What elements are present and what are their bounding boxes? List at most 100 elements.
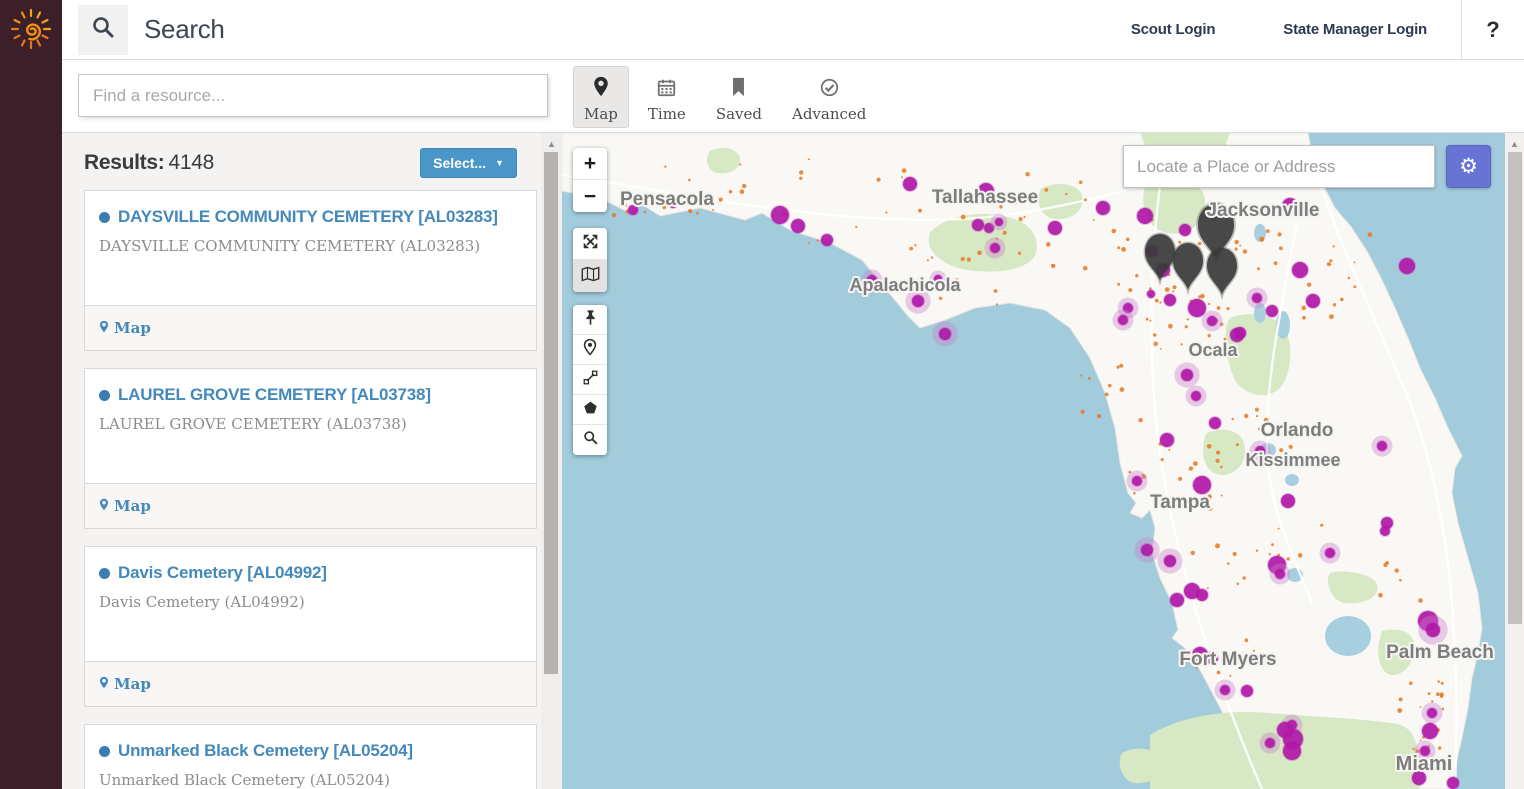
result-map-link[interactable]: Map [99,319,151,337]
result-card: LAUREL GROVE CEMETERY [AL03738] LAUREL G… [84,368,537,529]
calendar-icon [657,73,676,97]
zoom-in-button[interactable]: + [573,148,607,180]
result-card-body: Unmarked Black Cemetery [AL05204] Unmark… [84,724,537,789]
result-map-link[interactable]: Map [99,497,151,515]
results-panel: Results:4148 Select... ▼ DAYSVILLE COMMU… [62,133,541,789]
result-card: DAYSVILLE COMMUNITY CEMETERY [AL03283] D… [84,190,537,351]
city-label: Kissimmee [1245,450,1340,470]
app-logo-sun-icon[interactable] [9,7,53,51]
basemap-button[interactable] [573,260,607,292]
map-control-group [573,228,607,292]
result-card-footer: Map [84,305,537,351]
fullscreen-button[interactable] [573,228,607,260]
result-title-link[interactable]: Davis Cemetery [AL04992] [99,563,522,583]
magnifier-small-icon [583,430,598,450]
map-pin-icon [99,497,109,515]
search-icon [91,15,115,44]
map-pin-icon [99,675,109,693]
pushpin-icon [583,309,598,331]
scroll-up-arrow-icon[interactable]: ▲ [541,133,562,149]
results-header: Results:4148 Select... ▼ [84,148,517,178]
result-bullet-icon [99,568,110,579]
city-label: Pensacola [620,189,714,210]
result-subtitle: DAYSVILLE COMMUNITY CEMETERY (AL03283) [99,237,522,255]
result-title-link[interactable]: LAUREL GROVE CEMETERY [AL03738] [99,385,522,405]
result-card-footer: Map [84,661,537,707]
map-pin-icon [99,319,109,337]
results-list: DAYSVILLE COMMUNITY CEMETERY [AL03283] D… [84,190,537,789]
find-resource-input[interactable] [78,74,548,117]
zoom-out-button[interactable]: − [573,180,607,212]
result-card-body: DAYSVILLE COMMUNITY CEMETERY [AL03283] D… [84,190,537,305]
result-bullet-icon [99,390,110,401]
pushpin-tool-button[interactable] [573,305,607,335]
caret-down-icon: ▼ [495,158,504,168]
tab-label: Time [648,105,686,123]
header-search-button[interactable] [78,5,128,55]
help-button[interactable]: ? [1462,17,1524,43]
marker-tool-button[interactable] [573,335,607,365]
map-pin-icon [593,73,609,97]
marker-icon [583,338,597,361]
city-label: Miami [1396,753,1453,775]
measure-icon [583,370,598,390]
results-scrollbar[interactable]: ▲ [541,133,562,789]
city-label: Palm Beach [1386,642,1494,663]
view-tabs: Map Time Saved Advanced [573,66,877,128]
polygon-tool-button[interactable] [573,395,607,425]
result-card: Davis Cemetery [AL04992] Davis Cemetery … [84,546,537,707]
page-scrollbar-thumb[interactable] [1508,152,1522,624]
map-canvas[interactable]: Pensacola Tallahassee Apalachicola Jacksonv… [562,133,1505,789]
city-label: Apalachicola [849,275,961,295]
city-label: Jacksonville [1206,200,1319,221]
result-title-link[interactable]: DAYSVILLE COMMUNITY CEMETERY [AL03283] [99,207,522,227]
top-header: Search Scout Login State Manager Login ? [62,0,1524,60]
page-title: Search [144,14,225,45]
scroll-up-arrow-icon[interactable]: ▲ [1505,133,1524,149]
folded-map-icon [581,266,600,287]
map-control-group [573,305,607,455]
toolbar-row: Map Time Saved Advanced [62,60,1524,133]
result-card: Unmarked Black Cemetery [AL05204] Unmark… [84,724,537,789]
polygon-icon [583,400,598,420]
measure-tool-button[interactable] [573,365,607,395]
result-subtitle: Davis Cemetery (AL04992) [99,593,522,611]
app-sidebar [0,0,62,789]
city-label: Tampa [1150,492,1210,513]
result-subtitle: LAUREL GROVE CEMETERY (AL03738) [99,415,522,433]
tab-saved[interactable]: Saved [705,66,773,128]
result-title-link[interactable]: Unmarked Black Cemetery [AL05204] [99,741,522,761]
search-area-button[interactable] [573,425,607,455]
state-manager-login-link[interactable]: State Manager Login [1249,21,1461,38]
scout-login-link[interactable]: Scout Login [1097,21,1249,38]
result-card-body: Davis Cemetery [AL04992] Davis Cemetery … [84,546,537,661]
result-bullet-icon [99,746,110,757]
result-card-footer: Map [84,483,537,529]
bookmark-icon [731,73,746,97]
gear-icon: ⚙ [1459,156,1478,177]
select-button[interactable]: Select... ▼ [420,148,517,178]
tab-label: Advanced [792,105,866,123]
tab-time[interactable]: Time [637,66,697,128]
city-label: Ocala [1188,340,1238,360]
result-card-body: LAUREL GROVE CEMETERY [AL03738] LAUREL G… [84,368,537,483]
header-actions: Scout Login State Manager Login ? [1097,0,1524,59]
tab-advanced[interactable]: Advanced [781,66,877,128]
results-count: Results:4148 [84,151,214,175]
result-map-link[interactable]: Map [99,675,151,693]
locate-settings-button[interactable]: ⚙ [1446,145,1491,188]
result-bullet-icon [99,212,110,223]
city-label: Tallahassee [932,187,1038,208]
map-control-group: +− [573,148,607,212]
map-graphic: Pensacola Tallahassee Apalachicola Jacksonv… [562,133,1505,789]
tab-label: Map [584,105,618,123]
expand-icon [582,233,599,255]
page-scrollbar[interactable]: ▲ [1505,133,1524,789]
results-scrollbar-thumb[interactable] [544,152,558,674]
locate-place-input[interactable] [1123,145,1435,188]
check-circle-icon [820,73,839,97]
tab-label: Saved [716,105,762,123]
city-label: Orlando [1261,420,1334,441]
tab-map[interactable]: Map [573,66,629,128]
result-subtitle: Unmarked Black Cemetery (AL05204) [99,771,522,789]
